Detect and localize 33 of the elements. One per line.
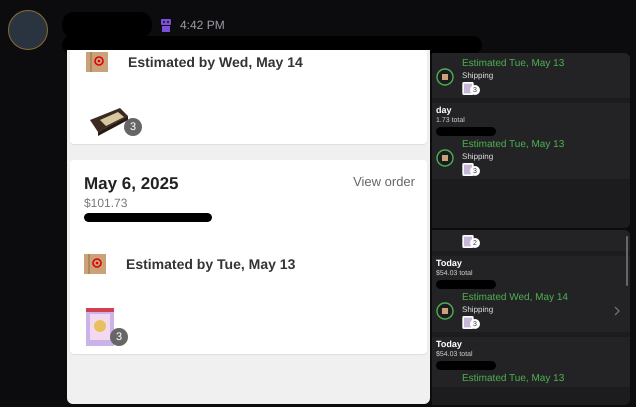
order-date: May 6, 2025 (84, 174, 179, 194)
shipping-status: Shipping (462, 152, 494, 161)
delivery-estimate: Estimated Tue, May 13 (462, 58, 564, 69)
chevron-right-icon[interactable] (614, 306, 620, 316)
delivery-estimate: Estimated Tue, May 13 (462, 373, 564, 384)
product-binder-image (86, 308, 116, 346)
delivery-estimate: Estimated by Tue, May 13 (126, 256, 296, 272)
package-status-icon (436, 302, 454, 320)
package-status-icon (436, 148, 454, 166)
order-total: $101.73 (84, 196, 128, 210)
order-screenshot[interactable]: Estimated by Wed, May 14 3 May 6, 2025 View order $101.73 Estimated by Tue, May 13 3 (67, 50, 430, 404)
package-status-icon (436, 68, 454, 86)
quantity-badge: 3 (110, 328, 128, 346)
order-heading: day (436, 105, 452, 115)
quantity-badge: 3 (124, 118, 142, 136)
redaction-mark (436, 127, 496, 136)
order-heading: Today (436, 339, 462, 349)
view-order-link[interactable]: View order (353, 174, 415, 194)
redaction-mark (436, 361, 496, 370)
delivery-estimate: Estimated Wed, May 14 (462, 292, 568, 303)
package-icon (84, 254, 106, 274)
package-icon (86, 52, 108, 72)
delivery-estimate: Estimated by Wed, May 14 (128, 54, 303, 70)
scrollbar (626, 236, 628, 286)
robot-icon (160, 17, 172, 33)
message-time: 4:42 PM (180, 18, 225, 32)
delivery-estimate: Estimated Tue, May 13 (462, 139, 564, 150)
product-box-image (88, 106, 130, 136)
shipping-status: Shipping (462, 305, 494, 314)
user-avatar[interactable] (8, 10, 48, 50)
order-heading: Today (436, 258, 462, 268)
shipping-status: Shipping (462, 71, 494, 80)
redaction-mark (436, 280, 496, 289)
